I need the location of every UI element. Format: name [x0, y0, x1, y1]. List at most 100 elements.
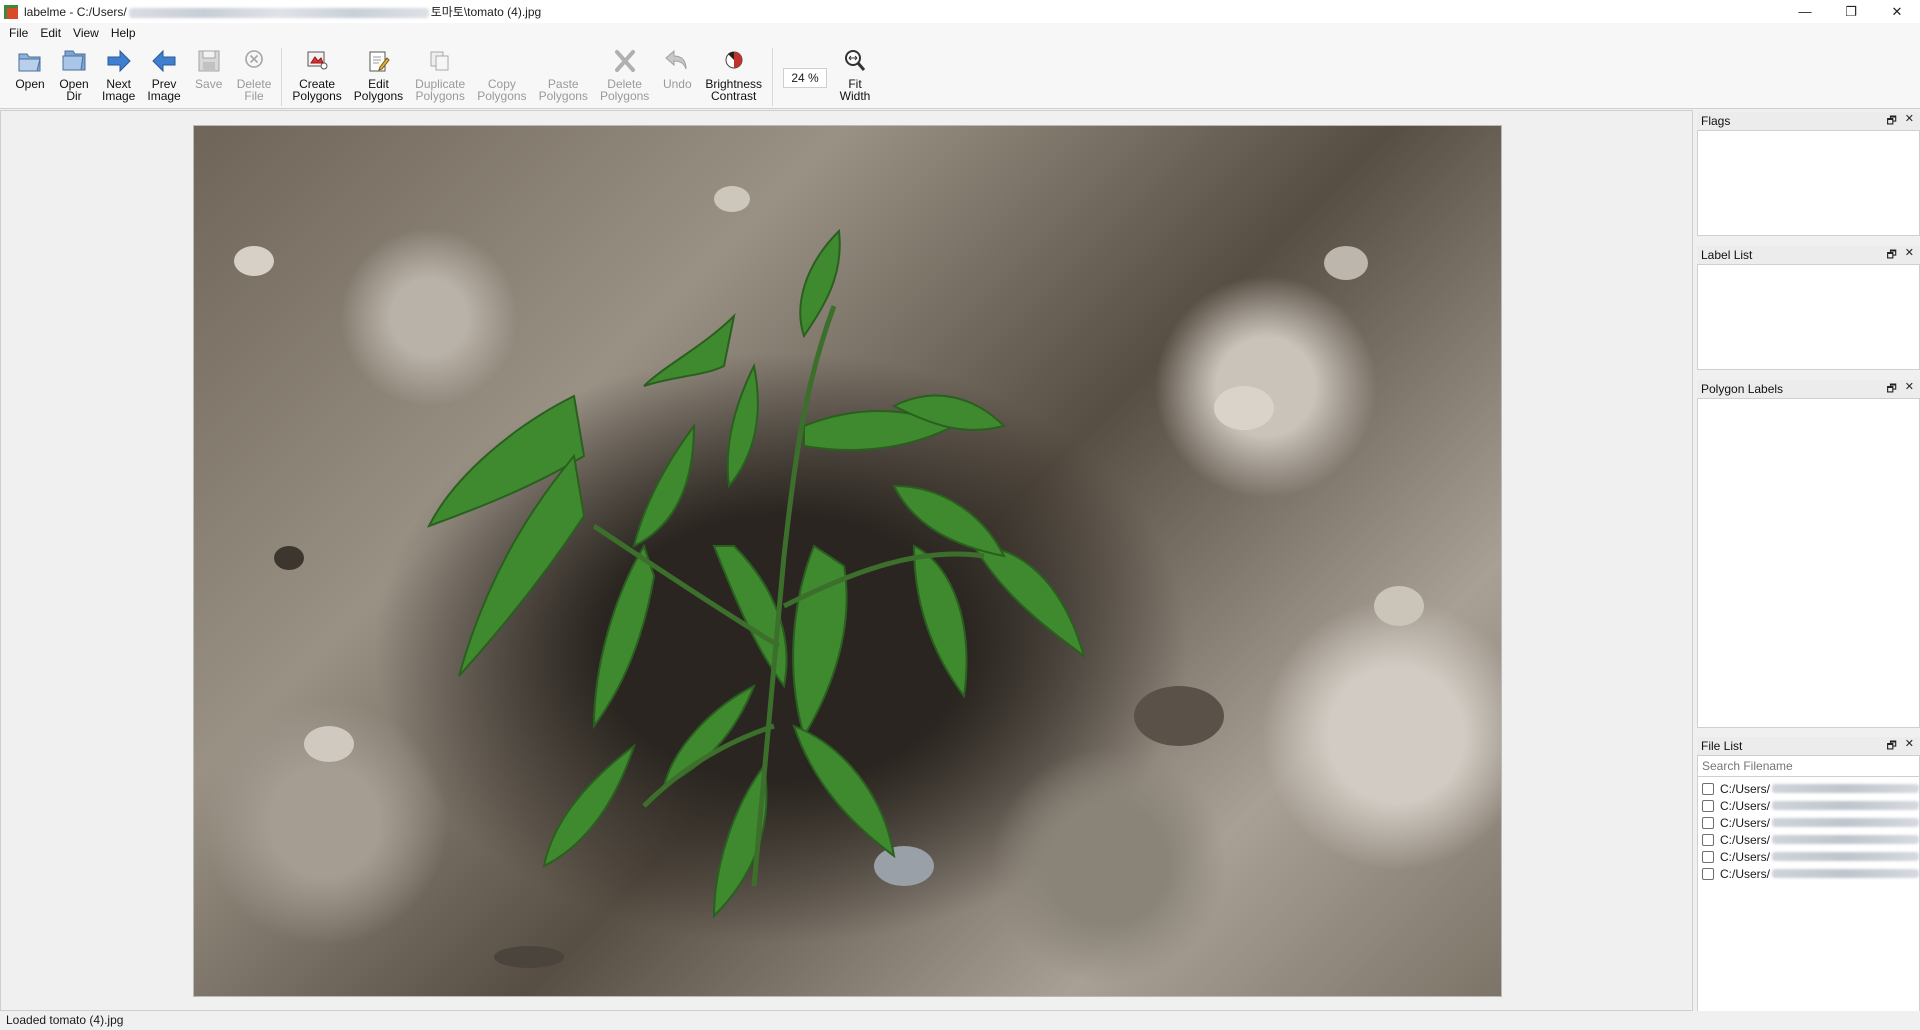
file-path: C:/Users/	[1720, 781, 1771, 796]
file-path: C:/Users/	[1720, 849, 1771, 864]
label-list[interactable]	[1697, 264, 1920, 370]
file-checkbox[interactable]	[1702, 833, 1714, 846]
copy-polygons-button[interactable]: Copy Polygons	[471, 46, 532, 108]
next-image-button[interactable]: Next Image	[96, 46, 141, 108]
tomato-seedling-photo[interactable]	[193, 125, 1502, 997]
minimize-button[interactable]: —	[1782, 0, 1828, 23]
float-dock-icon[interactable]: 🗗	[1886, 737, 1896, 756]
brightness-contrast-label: Brightness Contrast	[705, 77, 763, 103]
delete-polygons-button[interactable]: Delete Polygons	[594, 46, 655, 108]
file-list-item[interactable]: C:/Users/	[1698, 780, 1919, 797]
duplicate-polygons-button[interactable]: Duplicate Polygons	[409, 46, 471, 108]
menu-file[interactable]: File	[3, 23, 34, 43]
file-checkbox[interactable]	[1702, 850, 1714, 863]
edit-pencil-icon	[363, 46, 393, 76]
tomato-plant-illustration	[426, 228, 1086, 919]
file-checkbox[interactable]	[1702, 782, 1714, 795]
flags-title: Flags	[1701, 114, 1731, 128]
redacted-path	[1772, 835, 1919, 844]
close-dock-icon[interactable]: ✕	[1905, 246, 1914, 265]
file-list-panel: C:/Users/ C:/Users/ C:/Users/ C:/Users/ …	[1697, 755, 1920, 1029]
menu-edit[interactable]: Edit	[34, 23, 67, 43]
delete-file-label: Delete File	[236, 77, 272, 103]
title-bar: labelme - C:/Users/토마토\tomato (4).jpg — …	[0, 0, 1920, 23]
file-checkbox[interactable]	[1702, 799, 1714, 812]
close-dock-icon[interactable]: ✕	[1905, 380, 1914, 399]
float-dock-icon[interactable]: 🗗	[1886, 380, 1896, 399]
menu-view[interactable]: View	[67, 23, 105, 43]
create-polygon-icon	[302, 46, 332, 76]
brightness-contrast-button[interactable]: Brightness Contrast	[699, 46, 768, 108]
open-button[interactable]: Open	[8, 46, 52, 108]
duplicate-icon	[425, 46, 455, 76]
window-title-suffix: 토마토\tomato (4).jpg	[430, 5, 542, 19]
redacted-path	[1772, 801, 1919, 810]
file-path: C:/Users/	[1720, 866, 1771, 881]
image-canvas[interactable]	[0, 110, 1693, 1011]
flags-list[interactable]	[1697, 130, 1920, 236]
edit-polygons-label: Edit Polygons	[353, 77, 404, 103]
labelme-app-icon	[4, 4, 18, 19]
open-label: Open	[15, 77, 45, 91]
save-icon	[194, 46, 224, 76]
toolbar-separator	[772, 48, 774, 106]
open-dir-label: Open Dir	[59, 77, 89, 103]
arrow-left-icon	[149, 46, 179, 76]
copy-polygons-label: Copy Polygons	[477, 77, 527, 103]
brightness-contrast-icon	[719, 46, 749, 76]
file-checkbox[interactable]	[1702, 816, 1714, 829]
create-polygons-button[interactable]: Create Polygons	[286, 46, 347, 108]
file-list-item[interactable]: C:/Users/	[1698, 848, 1919, 865]
window-title: labelme - C:/Users/토마토\tomato (4).jpg	[24, 3, 541, 20]
edit-polygons-button[interactable]: Edit Polygons	[348, 46, 409, 108]
file-path: C:/Users/	[1720, 798, 1771, 813]
redacted-path	[1772, 852, 1919, 861]
folder-open-icon	[15, 46, 45, 76]
undo-icon	[662, 46, 692, 76]
undo-button[interactable]: Undo	[655, 46, 699, 108]
file-list-item[interactable]: C:/Users/	[1698, 831, 1919, 848]
redacted-path	[1772, 818, 1919, 827]
prev-image-button[interactable]: Prev Image	[141, 46, 186, 108]
prev-image-label: Prev Image	[147, 77, 181, 103]
duplicate-polygons-label: Duplicate Polygons	[415, 77, 466, 103]
open-dir-button[interactable]: Open Dir	[52, 46, 96, 108]
arrow-right-icon	[104, 46, 134, 76]
zoom-input[interactable]: 24 %	[783, 68, 828, 88]
close-dock-icon[interactable]: ✕	[1905, 737, 1914, 756]
paste-polygons-button[interactable]: Paste Polygons	[533, 46, 594, 108]
toolbar: Open Open Dir Next Image Prev Image Save…	[0, 43, 1920, 109]
status-message: Loaded tomato (4).jpg	[6, 1013, 124, 1027]
file-list-item[interactable]: C:/Users/	[1698, 865, 1919, 882]
file-list: C:/Users/ C:/Users/ C:/Users/ C:/Users/ …	[1698, 777, 1919, 882]
float-dock-icon[interactable]: 🗗	[1886, 112, 1896, 131]
file-checkbox[interactable]	[1702, 867, 1714, 880]
file-list-item[interactable]: C:/Users/	[1698, 797, 1919, 814]
search-filename-input[interactable]	[1698, 756, 1919, 777]
polygon-labels-dock-title: Polygon Labels 🗗 ✕	[1697, 380, 1920, 398]
label-list-dock-title: Label List 🗗 ✕	[1697, 246, 1920, 264]
file-list-item[interactable]: C:/Users/	[1698, 814, 1919, 831]
polygon-labels-list[interactable]	[1697, 398, 1920, 728]
copy-icon	[487, 46, 517, 76]
delete-file-button[interactable]: Delete File	[231, 46, 278, 108]
next-image-label: Next Image	[102, 77, 136, 103]
save-button[interactable]: Save	[187, 46, 231, 108]
menu-help[interactable]: Help	[105, 23, 142, 43]
delete-polygons-label: Delete Polygons	[599, 77, 650, 103]
toolbar-separator	[281, 48, 283, 106]
restore-button[interactable]: ❐	[1828, 0, 1874, 23]
fit-width-button[interactable]: Fit Width	[833, 46, 877, 108]
float-dock-icon[interactable]: 🗗	[1886, 246, 1896, 265]
file-path: C:/Users/	[1720, 815, 1771, 830]
menu-bar: File Edit View Help	[0, 23, 1920, 43]
close-window-button[interactable]: ✕	[1874, 0, 1920, 23]
polygon-labels-dock: Polygon Labels 🗗 ✕	[1697, 380, 1920, 728]
delete-x-icon	[610, 46, 640, 76]
paste-polygons-label: Paste Polygons	[538, 77, 588, 103]
create-polygons-label: Create Polygons	[292, 77, 342, 103]
undo-label: Undo	[662, 77, 692, 91]
close-dock-icon[interactable]: ✕	[1905, 112, 1914, 131]
zoom-fit-icon	[840, 46, 870, 76]
redacted-path	[1772, 784, 1919, 793]
